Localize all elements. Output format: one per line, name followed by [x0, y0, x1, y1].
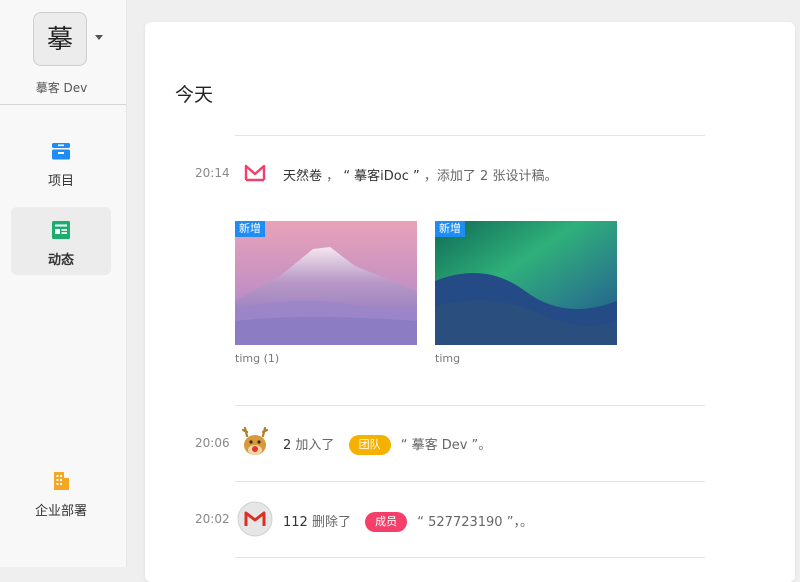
sidebar-item-label: 动态 — [47, 253, 74, 268]
sidebar-item-enterprise[interactable]: 企业部署 — [11, 458, 111, 526]
activity-time: 20:02 — [195, 512, 230, 526]
activity-action: 删除了 — [311, 515, 351, 530]
thumbnail-caption: timg — [435, 352, 461, 365]
sidebar-item-projects[interactable]: 项目 — [11, 128, 111, 196]
team-avatar[interactable]: 摹 — [33, 12, 87, 66]
divider — [235, 405, 705, 406]
sidebar: 摹 摹客 Dev 项目 动态 企业部署 — [0, 0, 127, 567]
activity-object[interactable]: “ 摹客iDoc ” — [343, 169, 419, 184]
activity-time: 20:06 — [195, 436, 230, 450]
activity-object[interactable]: “ 摹客 Dev ”。 — [401, 438, 492, 453]
activity-feed-panel: 今天 20:14 天然卷 ， “ 摹客iDoc ” ，添加了 2 张设计稿。 新… — [145, 22, 795, 582]
day-title: 今天 — [175, 84, 214, 106]
mountain-image — [235, 221, 417, 345]
reindeer-avatar-icon[interactable] — [237, 424, 273, 460]
member-tag: 成员 — [365, 512, 408, 532]
folder-icon — [52, 143, 70, 160]
gmail-avatar-icon[interactable] — [237, 501, 273, 537]
divider — [235, 135, 705, 136]
activity-text: 112 删除了 成员 “ 527723190 ”，。 — [283, 511, 533, 532]
activity-icon — [52, 221, 70, 239]
team-name: 摹客 Dev — [35, 81, 88, 95]
activity-time: 20:14 — [195, 166, 230, 180]
activity-separator: ， — [326, 169, 340, 184]
sidebar-item-label: 企业部署 — [34, 504, 87, 519]
design-thumbnail[interactable]: 新增 — [435, 221, 617, 345]
activity-action: ，添加了 2 张设计稿。 — [423, 169, 558, 184]
chevron-down-icon[interactable] — [95, 35, 103, 40]
activity-object[interactable]: “ 527723190 ”，。 — [417, 515, 533, 530]
design-thumbnail[interactable]: 新增 — [235, 221, 417, 345]
new-badge: 新增 — [435, 221, 465, 237]
divider — [235, 557, 705, 558]
sidebar-divider — [0, 104, 126, 105]
activity-text: 2 加入了 团队 “ 摹客 Dev ”。 — [283, 434, 491, 455]
building-icon — [54, 472, 69, 490]
activity-actor[interactable]: 2 — [283, 438, 291, 453]
divider — [235, 481, 705, 482]
wave-image — [435, 221, 617, 345]
activity-actor[interactable]: 112 — [283, 515, 308, 530]
activity-actor[interactable]: 天然卷 — [283, 169, 322, 184]
mockplus-logo-icon — [244, 164, 266, 182]
activity-action: 加入了 — [295, 438, 335, 453]
thumbnail-caption: timg (1) — [235, 352, 280, 365]
team-tag: 团队 — [348, 435, 391, 455]
sidebar-item-label: 项目 — [47, 174, 74, 189]
activity-text: 天然卷 ， “ 摹客iDoc ” ，添加了 2 张设计稿。 — [283, 165, 557, 184]
new-badge: 新增 — [235, 221, 265, 237]
sidebar-item-activity[interactable]: 动态 — [11, 207, 111, 275]
